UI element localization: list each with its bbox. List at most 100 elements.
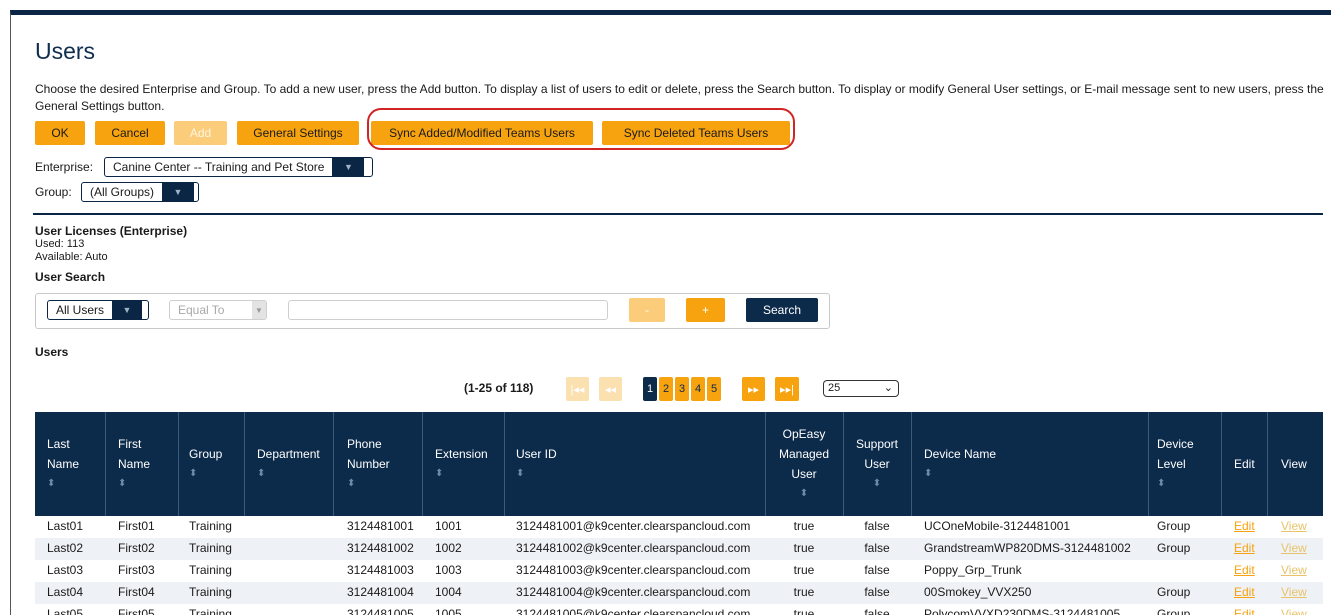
- next-page-button[interactable]: ▸▸: [742, 377, 765, 401]
- column-header-last[interactable]: Last Name ⬍: [47, 434, 79, 494]
- search-value-input[interactable]: [288, 300, 608, 320]
- cell-device: PolycomVVXD230DMS-3124481005: [924, 607, 1121, 615]
- column-header-opeasy[interactable]: OpEasy Managed User ⬍: [765, 424, 843, 504]
- column-header-phone[interactable]: Phone Number ⬍: [347, 434, 390, 494]
- table-row: Last03 First03 Training 3124481003 1003 31244…: [35, 560, 1323, 582]
- add-button[interactable]: Add: [174, 121, 227, 145]
- column-header-ext[interactable]: Extension ⬍: [435, 444, 488, 484]
- cell-ext: 1004: [435, 585, 462, 599]
- view-link[interactable]: View: [1281, 607, 1307, 615]
- view-link[interactable]: View: [1281, 519, 1307, 533]
- search-operator-value: Equal To: [178, 303, 225, 317]
- column-header-device[interactable]: Device Name ⬍: [924, 444, 996, 484]
- sort-icon[interactable]: ⬍: [843, 474, 911, 494]
- column-header-label: Number: [347, 457, 390, 471]
- cell-level: Group: [1157, 607, 1191, 615]
- page-3-button[interactable]: 3: [675, 377, 689, 401]
- view-link[interactable]: View: [1281, 585, 1307, 599]
- group-select[interactable]: (All Groups) ▼: [81, 182, 199, 202]
- column-header-label: Level: [1157, 457, 1186, 471]
- column-header-label: Support: [855, 437, 899, 451]
- search-field-select[interactable]: All Users ▼: [47, 300, 149, 320]
- cell-opeasy: true: [793, 563, 815, 577]
- sort-icon[interactable]: ⬍: [516, 464, 557, 484]
- view-link[interactable]: View: [1281, 541, 1307, 555]
- cell-group: Training: [189, 607, 232, 615]
- cell-support: false: [864, 519, 890, 533]
- remove-criteria-button[interactable]: -: [629, 298, 665, 322]
- page-size-select[interactable]: 25 ⌄: [823, 380, 899, 397]
- cell-device: Poppy_Grp_Trunk: [924, 563, 1022, 577]
- cancel-button[interactable]: Cancel: [95, 121, 165, 145]
- enterprise-select[interactable]: Canine Center -- Training and Pet Store …: [104, 157, 373, 177]
- page-1-button[interactable]: 1: [643, 377, 657, 401]
- search-button[interactable]: Search: [746, 298, 818, 322]
- edit-link[interactable]: Edit: [1234, 607, 1255, 615]
- divider: [33, 213, 1323, 215]
- column-divider: [244, 412, 245, 516]
- column-header-group[interactable]: Group ⬍: [189, 444, 222, 484]
- cell-device: UCOneMobile-3124481001: [924, 519, 1071, 533]
- cell-group: Training: [189, 519, 232, 533]
- cell-userid: 3124481001@k9center.clearspancloud.com: [516, 519, 751, 533]
- column-header-support[interactable]: Support User ⬍: [843, 434, 911, 494]
- sort-icon[interactable]: ⬍: [257, 464, 320, 484]
- cell-last: Last01: [47, 519, 84, 533]
- view-link[interactable]: View: [1281, 563, 1307, 577]
- cell-phone: 3124481003: [347, 563, 414, 577]
- search-operator-select[interactable]: Equal To ▼: [169, 300, 267, 320]
- general-settings-button[interactable]: General Settings: [237, 121, 359, 145]
- cell-phone: 3124481002: [347, 541, 414, 555]
- column-header-edit[interactable]: Edit: [1234, 454, 1255, 474]
- cell-group: Training: [189, 563, 232, 577]
- chevron-down-icon: ⌄: [883, 382, 893, 394]
- sort-icon[interactable]: ⬍: [435, 464, 488, 484]
- page-2-button[interactable]: 2: [659, 377, 673, 401]
- cell-opeasy: true: [793, 607, 815, 615]
- column-header-dept[interactable]: Department ⬍: [257, 444, 320, 484]
- sort-icon[interactable]: ⬍: [347, 474, 390, 494]
- column-header-first[interactable]: First Name ⬍: [118, 434, 150, 494]
- column-header-label: Edit: [1234, 457, 1255, 471]
- cell-ext: 1003: [435, 563, 462, 577]
- page-5-button[interactable]: 5: [707, 377, 721, 401]
- group-value: (All Groups): [90, 185, 155, 199]
- table-row: Last04 First04 Training 3124481004 1004 31244…: [35, 582, 1323, 604]
- chevron-down-icon: ▼: [112, 301, 143, 319]
- sort-icon[interactable]: ⬍: [924, 464, 996, 484]
- chevron-down-icon: ▼: [162, 183, 195, 201]
- edit-link[interactable]: Edit: [1234, 541, 1255, 555]
- cell-device: GrandstreamWP820DMS-3124481002: [924, 541, 1131, 555]
- cell-phone: 3124481004: [347, 585, 414, 599]
- cell-ext: 1001: [435, 519, 462, 533]
- column-header-userid[interactable]: User ID ⬍: [516, 444, 557, 484]
- cell-ext: 1002: [435, 541, 462, 555]
- last-page-button[interactable]: ▸▸|: [775, 377, 799, 401]
- sort-icon[interactable]: ⬍: [47, 474, 79, 494]
- column-header-view[interactable]: View: [1281, 454, 1307, 474]
- column-header-label: Phone: [347, 437, 382, 451]
- prev-page-button[interactable]: ◂◂: [599, 377, 622, 401]
- sort-icon[interactable]: ⬍: [765, 484, 843, 504]
- add-criteria-button[interactable]: +: [686, 298, 725, 322]
- column-header-label: Last: [47, 437, 70, 451]
- cell-first: First04: [118, 585, 155, 599]
- sort-icon[interactable]: ⬍: [118, 474, 150, 494]
- column-header-label: Managed: [778, 447, 830, 461]
- column-header-label: First: [118, 437, 142, 451]
- column-divider: [105, 412, 106, 516]
- sort-icon[interactable]: ⬍: [189, 464, 222, 484]
- page-4-button[interactable]: 4: [691, 377, 705, 401]
- edit-link[interactable]: Edit: [1234, 563, 1255, 577]
- first-page-button[interactable]: |◂◂: [566, 377, 589, 401]
- cell-support: false: [864, 607, 890, 615]
- sort-icon[interactable]: ⬍: [1157, 474, 1194, 494]
- cell-group: Training: [189, 585, 232, 599]
- ok-button[interactable]: OK: [35, 121, 85, 145]
- column-header-level[interactable]: Device Level ⬍: [1157, 434, 1194, 494]
- column-divider: [1267, 412, 1268, 516]
- licenses-available: Available: Auto: [35, 251, 108, 263]
- edit-link[interactable]: Edit: [1234, 519, 1255, 533]
- edit-link[interactable]: Edit: [1234, 585, 1255, 599]
- cell-last: Last02: [47, 541, 84, 555]
